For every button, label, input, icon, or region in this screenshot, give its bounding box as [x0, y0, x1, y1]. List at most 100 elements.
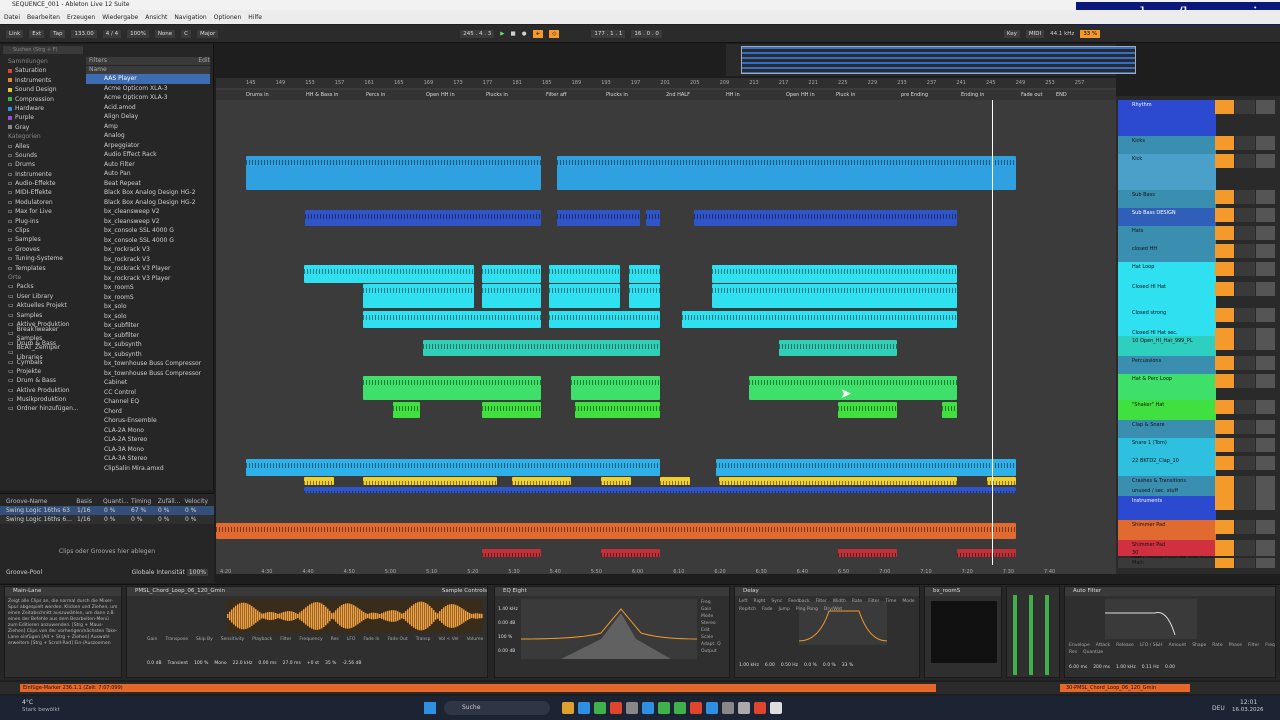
locator-marker[interactable]: pre Ending — [901, 92, 928, 98]
place-item[interactable]: ▭ Packs — [4, 282, 84, 291]
meter-field[interactable]: 4 / 4 — [102, 29, 122, 38]
track-control-button[interactable] — [1235, 456, 1255, 470]
track-control-button[interactable] — [1215, 548, 1235, 556]
sample-param-value[interactable]: -2.56 dB — [342, 661, 361, 666]
arrangement-clip[interactable] — [482, 402, 541, 418]
taskbar-app-icon[interactable] — [706, 702, 718, 714]
clip-waveform[interactable] — [227, 599, 483, 633]
locator-marker[interactable]: Open HH in — [426, 92, 455, 98]
stop-icon[interactable]: ■ — [511, 31, 516, 37]
delay-param-value[interactable]: 0.0 % — [804, 663, 817, 668]
browser-item[interactable]: Channel EQ — [86, 397, 210, 407]
place-item[interactable]: ▭ Aktuelles Projekt — [4, 301, 84, 310]
zoom-field[interactable]: 100% — [127, 29, 149, 38]
track-header[interactable]: Closed strong — [1118, 308, 1216, 328]
arrangement-clip[interactable] — [482, 265, 541, 283]
track-control-button[interactable] — [1215, 520, 1235, 534]
browser-item[interactable]: CC Control — [86, 388, 210, 398]
quantize-select[interactable]: None — [154, 29, 176, 38]
groove-row[interactable]: Swing Logic 16ths 6... 1/16 0 % 0 % 0 % 0 % — [0, 515, 214, 524]
track-header[interactable]: Instruments — [1118, 496, 1216, 520]
track-header[interactable]: Kicks — [1118, 136, 1216, 154]
delay-param-value[interactable]: 0.0 % — [823, 663, 836, 668]
track-header[interactable]: Hat & Perc Loop — [1118, 374, 1216, 400]
track-controls[interactable] — [1215, 456, 1275, 470]
track-control-button[interactable] — [1215, 136, 1235, 150]
track-header[interactable]: Clap & Snare — [1118, 420, 1216, 438]
browser-item[interactable]: CLA-2A Mono — [86, 426, 210, 436]
locator-marker[interactable]: HH & Bass in — [306, 92, 338, 98]
arrangement-clip[interactable] — [363, 477, 497, 485]
track-header[interactable]: Main — [1118, 558, 1216, 568]
locator-marker[interactable]: Plucks in — [606, 92, 628, 98]
place-item[interactable]: ▭ Aktive Produktion — [4, 386, 84, 395]
track-control-button[interactable] — [1215, 420, 1235, 434]
key-select[interactable]: C — [181, 29, 192, 38]
track-control-button[interactable] — [1235, 374, 1255, 388]
taskbar-app-icon[interactable] — [674, 702, 686, 714]
browser-item[interactable]: bx_townhouse Buss Compressor — [86, 369, 210, 379]
track-control-button[interactable] — [1235, 136, 1255, 150]
sample-param-value[interactable]: 27.0 ms — [283, 661, 301, 666]
arrangement-clip[interactable] — [549, 311, 660, 328]
browser-item[interactable]: CLA-3A Mono — [86, 445, 210, 455]
menu-4[interactable]: Ansicht — [145, 14, 167, 21]
track-controls[interactable] — [1215, 226, 1275, 240]
track-controls[interactable] — [1215, 548, 1275, 556]
windows-start-icon[interactable] — [424, 702, 436, 714]
browser-item[interactable]: Chord — [86, 407, 210, 417]
arrangement-clip[interactable] — [363, 284, 474, 308]
autofilter-param-value[interactable]: 0.11 Hz — [1142, 665, 1159, 670]
browser-item[interactable]: Acme Opticom XLA-3 — [86, 93, 210, 103]
track-control-button[interactable] — [1255, 540, 1275, 548]
track-control-button[interactable] — [1235, 356, 1255, 370]
track-control-button[interactable] — [1215, 190, 1235, 204]
autofilter-param-value[interactable]: 0.00 — [1165, 665, 1175, 670]
category-item[interactable]: ▫ Samples — [4, 235, 84, 244]
groove-cell[interactable]: 0 % — [185, 507, 208, 514]
arrangement-clip[interactable] — [549, 284, 620, 308]
browser-item[interactable]: bx_solo — [86, 302, 210, 312]
overview-strip[interactable] — [726, 44, 1136, 76]
clock-date[interactable]: 16.03.2026 — [1232, 707, 1264, 713]
track-control-button[interactable] — [1235, 486, 1255, 496]
arrangement-clip[interactable] — [629, 265, 660, 283]
track-control-button[interactable] — [1215, 208, 1235, 222]
browser-item[interactable]: Align Delay — [86, 112, 210, 122]
browser-item[interactable]: Auto Pan — [86, 169, 210, 179]
locator-marker[interactable]: HH in — [726, 92, 740, 98]
arrangement-clip[interactable] — [216, 523, 1016, 539]
category-item[interactable]: ▫ Modulatoren — [4, 198, 84, 207]
groove-cell[interactable]: 0 % — [158, 507, 181, 514]
place-item[interactable]: ▭ User Library — [4, 292, 84, 301]
track-control-button[interactable] — [1255, 400, 1275, 414]
overdub-button[interactable]: + — [532, 29, 544, 38]
track-controls[interactable] — [1215, 558, 1275, 568]
autofilter-param-value[interactable]: 1.00 kHz — [1116, 665, 1136, 670]
global-intensity-value[interactable]: 100% — [186, 569, 208, 576]
track-control-button[interactable] — [1235, 520, 1255, 534]
groove-cell[interactable]: 0 % — [158, 516, 181, 523]
category-item[interactable]: ▫ Instrumente — [4, 170, 84, 179]
track-control-button[interactable] — [1215, 540, 1235, 548]
arrangement-clip[interactable] — [557, 156, 1016, 190]
groove-col-header[interactable]: Zufäll... — [158, 498, 181, 505]
browser-item[interactable]: CLA-3A Stereo — [86, 454, 210, 464]
record-icon[interactable]: ● — [522, 31, 527, 37]
track-control-button[interactable] — [1255, 282, 1275, 296]
track-control-button[interactable] — [1235, 208, 1255, 222]
browser-item[interactable]: Acme Opticom XLA-3 — [86, 84, 210, 94]
taskbar-app-icon[interactable] — [658, 702, 670, 714]
category-item[interactable]: ▫ Sounds — [4, 151, 84, 160]
track-controls[interactable] — [1215, 476, 1275, 486]
track-control-button[interactable] — [1255, 356, 1275, 370]
track-control-button[interactable] — [1235, 154, 1255, 168]
track-control-button[interactable] — [1235, 558, 1255, 568]
sample-param-value[interactable]: 0.00 ms — [258, 661, 276, 666]
taskbar-app-icon[interactable] — [626, 702, 638, 714]
track-control-button[interactable] — [1255, 244, 1275, 258]
category-item[interactable]: ▫ Grooves — [4, 245, 84, 254]
track-control-button[interactable] — [1255, 438, 1275, 452]
arrangement-clip[interactable] — [838, 402, 897, 418]
browser-item[interactable]: Chorus-Ensemble — [86, 416, 210, 426]
